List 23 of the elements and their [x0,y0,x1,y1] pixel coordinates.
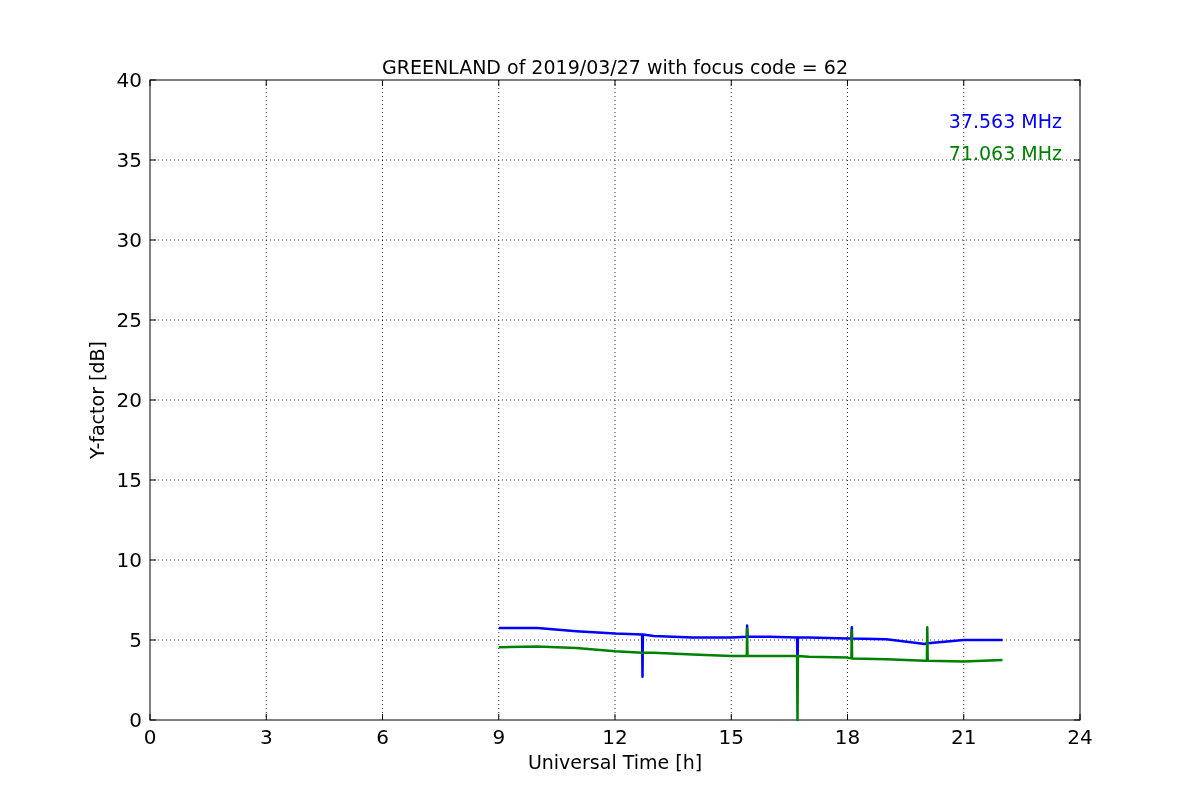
y-axis-label: Y-factor [dB] [86,341,108,459]
x-tick-label: 21 [951,725,977,749]
legend-label: 37.563 MHz [948,110,1062,132]
y-tick-label: 10 [116,548,142,572]
y-tick-label: 35 [116,148,142,172]
x-tick-label: 24 [1067,725,1093,749]
x-tick-label: 9 [492,725,506,749]
x-tick-label: 3 [259,725,273,749]
x-tick-label: 12 [602,725,628,749]
y-tick-label: 20 [116,388,142,412]
y-tick-label: 40 [116,68,142,92]
y-tick-label: 25 [116,308,142,332]
x-tick-label: 0 [143,725,157,749]
y-tick-label: 5 [129,628,142,652]
chart-title: GREENLAND of 2019/03/27 with focus code = 62 [382,56,848,78]
x-tick-label: 18 [834,725,861,749]
y-tick-label: 0 [129,708,142,732]
x-tick-label: 6 [376,725,389,749]
y-tick-label: 15 [116,468,142,492]
x-axis-label: Universal Time [h] [527,751,703,773]
y-tick-label: 30 [116,228,142,252]
x-tick-label: 15 [718,725,744,749]
legend-label: 71.063 MHz [948,142,1062,164]
